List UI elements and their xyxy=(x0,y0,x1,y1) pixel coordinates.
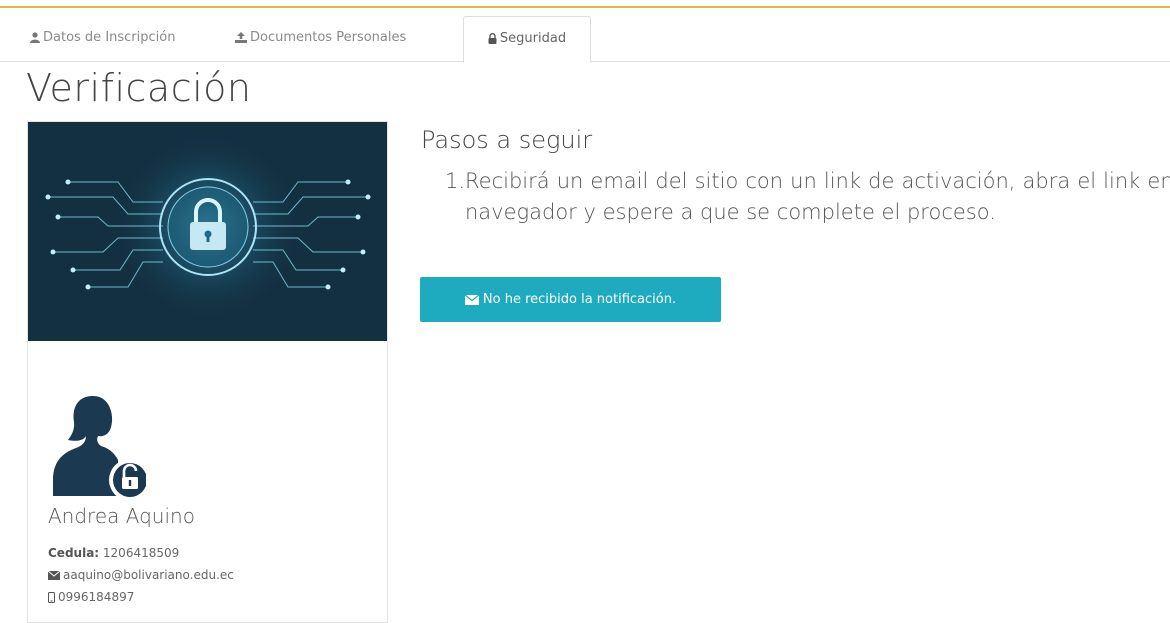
step-number: 1. xyxy=(445,169,466,193)
lock-icon xyxy=(488,33,497,44)
tab-label: Documentos Personales xyxy=(250,30,407,45)
tab-documentos-personales[interactable]: Documentos Personales xyxy=(235,16,406,60)
phone-value: 0996184897 xyxy=(58,590,135,604)
tab-label: Datos de Inscripción xyxy=(43,30,176,45)
security-hero-image xyxy=(28,122,387,341)
user-name: Andrea Aquino xyxy=(48,504,195,528)
mobile-phone-icon xyxy=(48,592,55,603)
user-unlock-icon xyxy=(46,390,151,502)
cedula-row: Cedula: 1206418509 xyxy=(48,546,179,560)
envelope-icon xyxy=(48,571,60,580)
resend-notification-button[interactable]: No he recibido la notificación. xyxy=(420,277,721,322)
envelope-icon xyxy=(464,294,479,305)
cedula-label: Cedula: xyxy=(48,546,100,560)
resend-button-label: No he recibido la notificación. xyxy=(482,292,677,307)
phone-row: 0996184897 xyxy=(48,590,134,604)
tab-seguridad[interactable]: Seguridad xyxy=(463,16,591,63)
tab-label: Seguridad xyxy=(499,31,567,46)
email-value: aaquino@bolivariano.edu.ec xyxy=(63,568,234,582)
step-text: Recibirá un email del sitio con un link … xyxy=(465,169,1170,224)
tab-datos-inscripcion[interactable]: Datos de Inscripción xyxy=(30,16,175,60)
tab-bar: Datos de Inscripción Documentos Personal… xyxy=(0,16,1170,63)
cedula-value: 1206418509 xyxy=(99,546,180,560)
email-row: aaquino@bolivariano.edu.ec xyxy=(48,568,234,582)
steps-title: Pasos a seguir xyxy=(421,126,593,154)
page-title: Verificación xyxy=(26,66,252,110)
upload-icon xyxy=(235,32,247,43)
top-accent-bar xyxy=(0,6,1170,8)
profile-card: Andrea Aquino Cedula: 1206418509 aaquino… xyxy=(27,121,388,623)
user-icon xyxy=(30,32,40,43)
